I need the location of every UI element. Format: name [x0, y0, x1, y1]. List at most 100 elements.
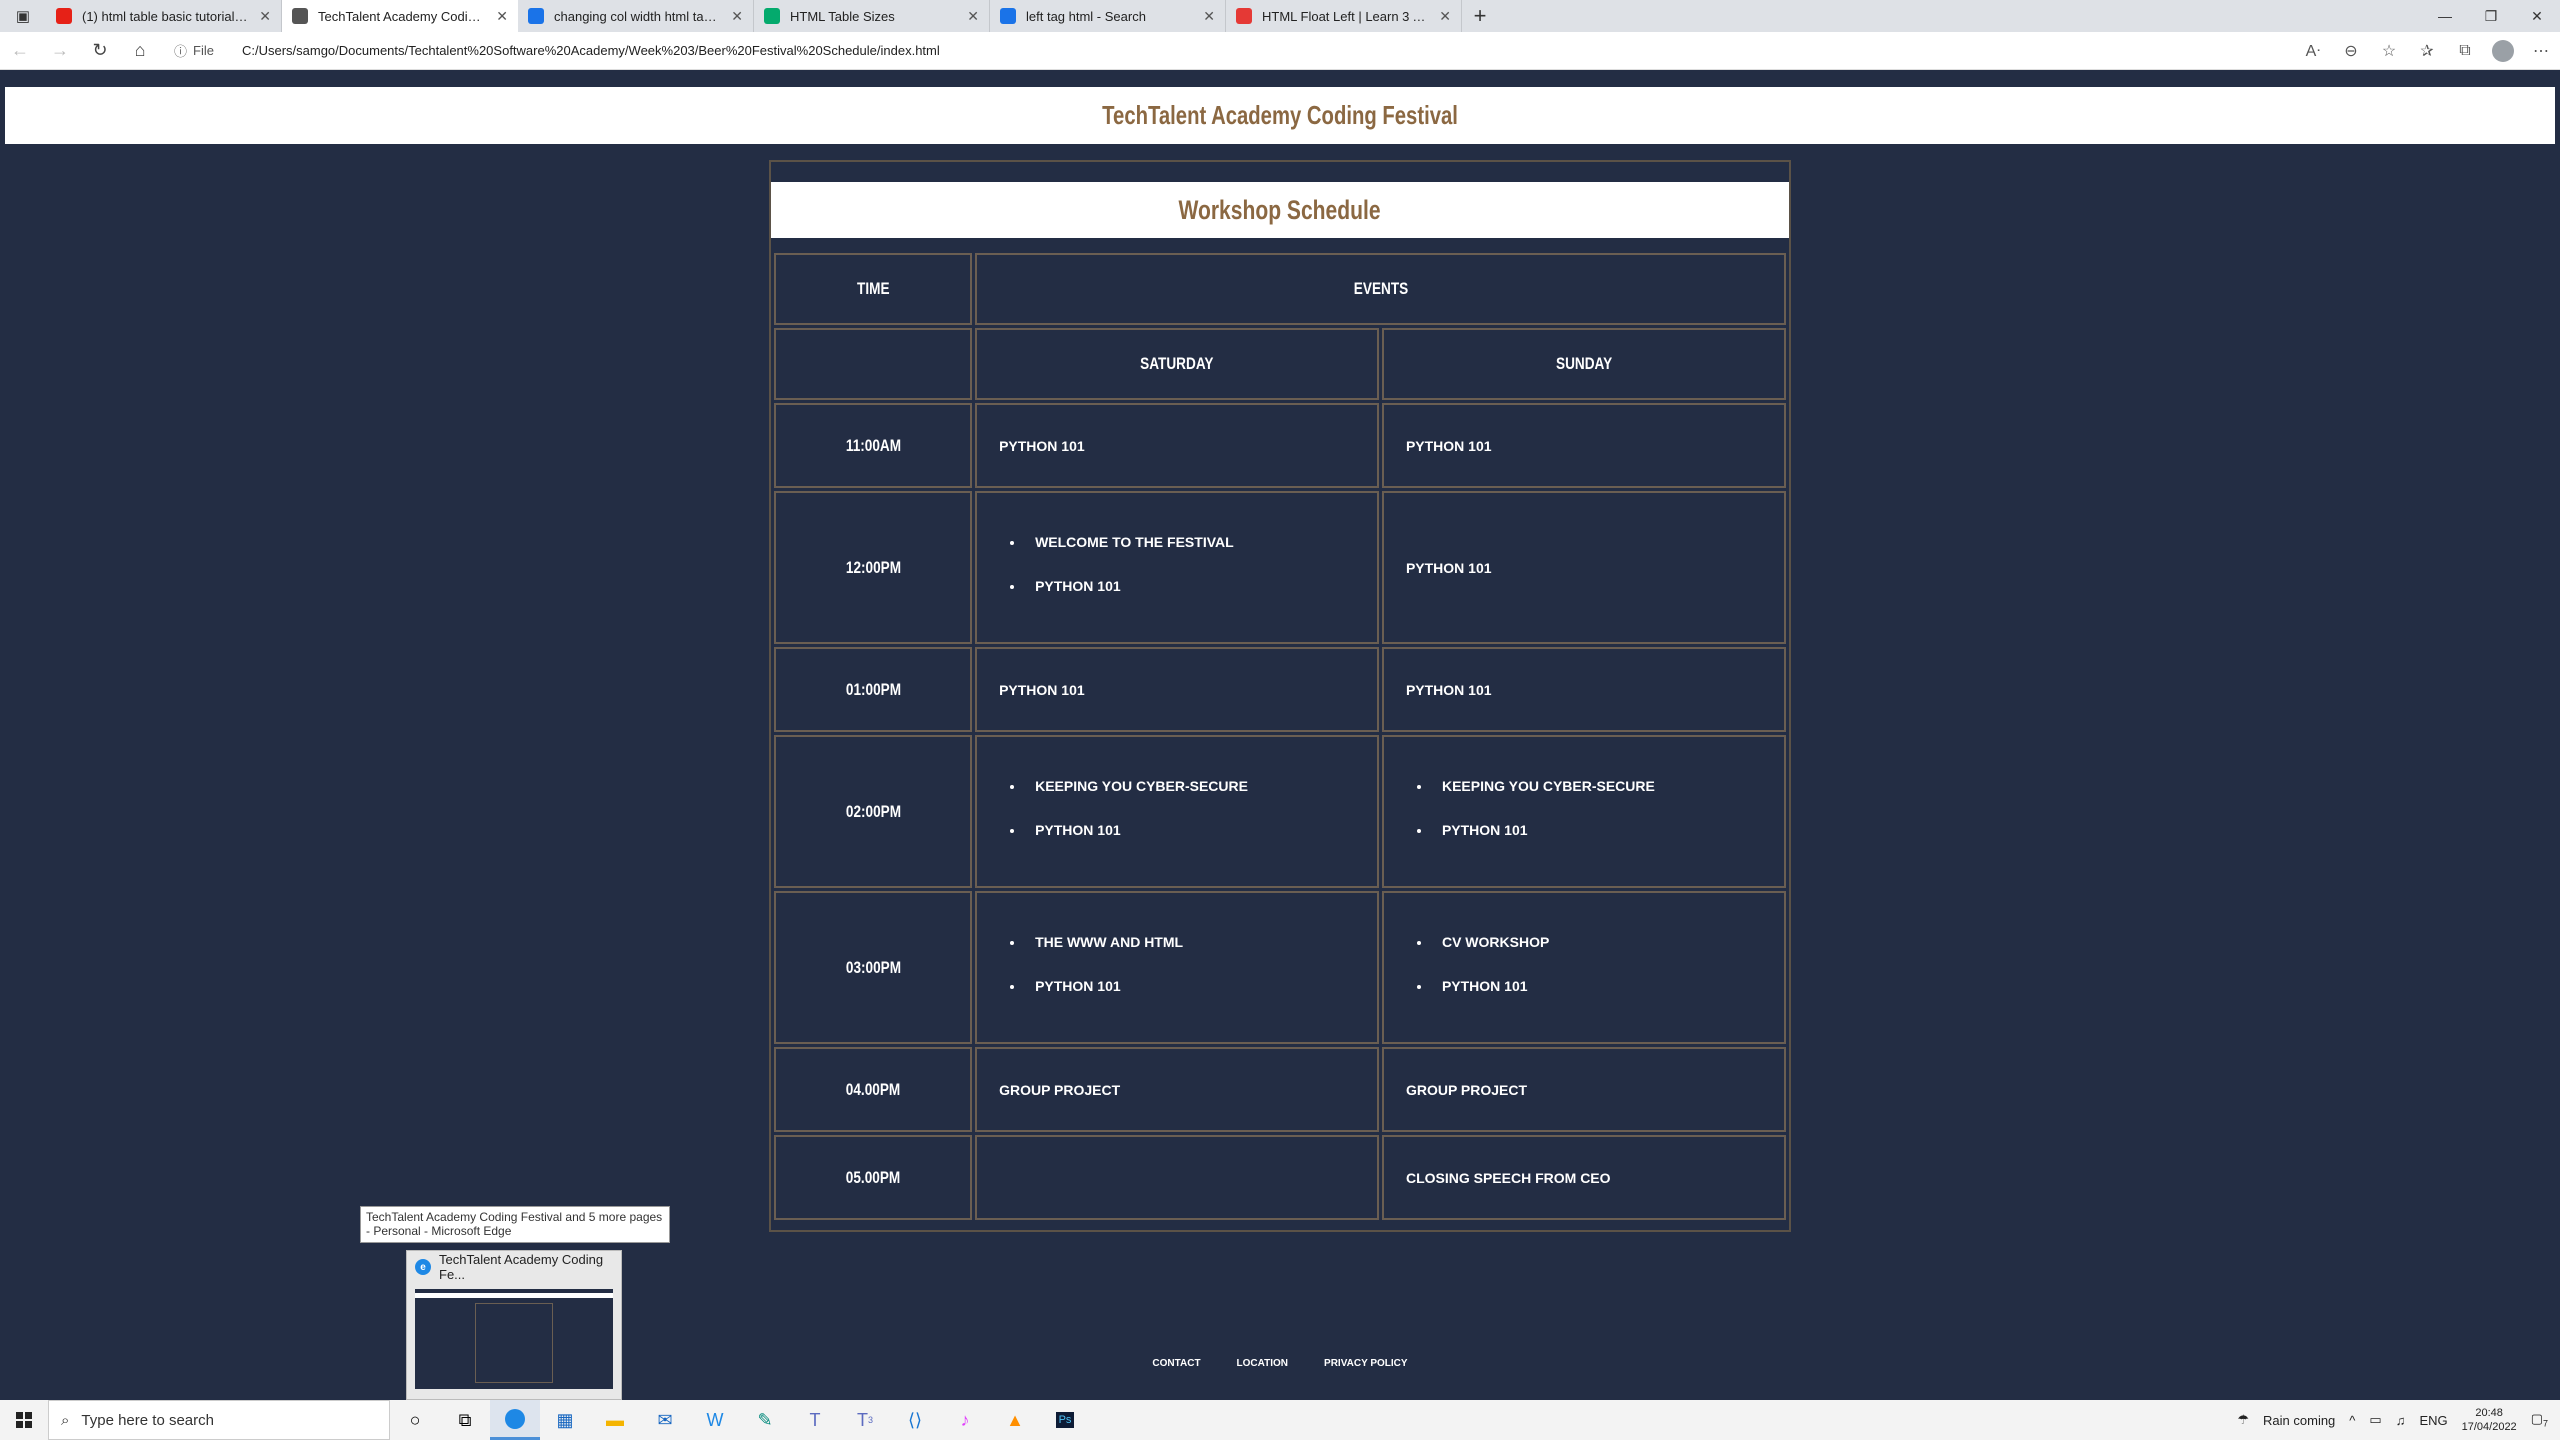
event-text: GROUP PROJECT	[999, 1081, 1121, 1098]
tab-strip: ▣ (1) html table basic tutorial | htm ✕ Te…	[0, 0, 2560, 32]
event-text: PYTHON 101	[1405, 681, 1492, 698]
file-explorer-icon[interactable]: ▬	[590, 1400, 640, 1440]
time-cell: 02:00PM	[774, 735, 973, 888]
favorites-icon[interactable]: ✰	[2408, 32, 2446, 70]
more-icon[interactable]: ⋯	[2522, 32, 2560, 70]
refresh-icon[interactable]: ↻	[80, 32, 120, 70]
footer-nav: CONTACT LOCATION PRIVACY POLICY	[0, 1358, 2560, 1369]
close-window-icon[interactable]: ✕	[2514, 0, 2560, 32]
tab-4[interactable]: left tag html - Search ✕	[990, 0, 1226, 32]
tab-title: HTML Float Left | Learn 3 Aweso	[1262, 8, 1430, 24]
search-placeholder: Type here to search	[81, 1411, 214, 1429]
time-cell: 05.00PM	[774, 1135, 973, 1220]
thumb-preview	[415, 1289, 613, 1389]
close-tab-icon[interactable]: ✕	[1203, 8, 1215, 25]
profile-avatar[interactable]	[2484, 32, 2522, 70]
notification-icon[interactable]: ▢7	[2531, 1411, 2548, 1429]
schedule-title: Workshop Schedule	[1178, 194, 1382, 225]
read-aloud-icon[interactable]: Aᐧ	[2294, 32, 2332, 70]
new-tab-button[interactable]: +	[1462, 0, 1498, 32]
sat-cell: WELCOME TO THE FESTIVAL PYTHON 101	[975, 491, 1379, 644]
forward-icon[interactable]: →	[40, 32, 80, 70]
edge-taskbar-icon[interactable]	[490, 1400, 540, 1440]
start-button[interactable]	[0, 1400, 48, 1440]
tab-title: (1) html table basic tutorial | htm	[82, 8, 250, 24]
footer-link[interactable]: CONTACT	[1152, 1358, 1200, 1369]
sun-cell: CLOSING SPEECH FROM CEO	[1381, 1135, 1786, 1220]
tab-5[interactable]: HTML Float Left | Learn 3 Aweso ✕	[1226, 0, 1462, 32]
itunes-icon[interactable]: ♪	[940, 1400, 990, 1440]
time-cell: 12:00PM	[774, 491, 973, 644]
event-text: CLOSING SPEECH FROM CEO	[1405, 1169, 1611, 1186]
event-item: PYTHON 101	[1432, 822, 1784, 838]
event-text: PYTHON 101	[1405, 437, 1492, 454]
page-icon	[292, 8, 308, 24]
schedule-title-bar: Workshop Schedule	[771, 182, 1789, 238]
table-row: 05.00PM CLOSING SPEECH FROM CEO	[774, 1135, 1786, 1220]
tab-actions-icon[interactable]: ▣	[0, 0, 46, 32]
weather-icon[interactable]: ☂	[2237, 1412, 2249, 1428]
teams-badge-icon[interactable]: T3	[840, 1400, 890, 1440]
thumb-title: TechTalent Academy Coding Fe...	[439, 1252, 604, 1282]
table-row: 12:00PM WELCOME TO THE FESTIVAL PYTHON 101…	[774, 491, 1786, 644]
sun-cell: GROUP PROJECT	[1381, 1047, 1786, 1132]
zoom-icon[interactable]: ⊖	[2332, 32, 2370, 70]
tab-title: TechTalent Academy Coding Festi	[318, 8, 486, 24]
taskbar-search[interactable]: ⌕ Type here to search	[48, 1400, 390, 1440]
back-icon[interactable]: ←	[0, 32, 40, 70]
store-icon[interactable]: ▦	[540, 1400, 590, 1440]
header-events: EVENTS	[975, 253, 1786, 325]
time-cell: 03:00PM	[774, 891, 973, 1044]
tab-0[interactable]: (1) html table basic tutorial | htm ✕	[46, 0, 282, 32]
sun-cell: KEEPING YOU CYBER-SECURE PYTHON 101	[1381, 735, 1786, 888]
site-title: TechTalent Academy Coding Festival	[1102, 100, 1458, 130]
url-text[interactable]: C:/Users/samgo/Documents/Techtalent%20So…	[242, 43, 940, 58]
sat-cell: THE WWW AND HTML PYTHON 101	[975, 891, 1379, 1044]
vscode-icon[interactable]: ⟨⟩	[890, 1400, 940, 1440]
tab-3[interactable]: HTML Table Sizes ✕	[754, 0, 990, 32]
event-text: PYTHON 101	[999, 437, 1085, 454]
youtube-icon	[56, 8, 72, 24]
event-item: PYTHON 101	[1025, 822, 1377, 838]
mail-icon[interactable]: ✉	[640, 1400, 690, 1440]
event-text: PYTHON 101	[1405, 559, 1492, 576]
close-tab-icon[interactable]: ✕	[1439, 8, 1451, 25]
home-icon[interactable]: ⌂	[120, 32, 160, 70]
event-text: GROUP PROJECT	[1405, 1081, 1528, 1098]
network-icon[interactable]: ▭	[2369, 1412, 2381, 1428]
sat-cell: GROUP PROJECT	[975, 1047, 1379, 1132]
minimize-icon[interactable]: —	[2422, 0, 2468, 32]
close-tab-icon[interactable]: ✕	[259, 8, 271, 25]
footer-link[interactable]: PRIVACY POLICY	[1324, 1358, 1408, 1369]
tab-2[interactable]: changing col width html table - ✕	[518, 0, 754, 32]
collections-icon[interactable]: ⧉	[2446, 32, 2484, 70]
weather-text[interactable]: Rain coming	[2263, 1413, 2335, 1428]
info-icon[interactable]: ⓘ	[174, 41, 187, 60]
add-favorite-icon[interactable]: ☆	[2370, 32, 2408, 70]
close-tab-icon[interactable]: ✕	[731, 8, 743, 25]
volume-icon[interactable]: ♫	[2396, 1413, 2406, 1428]
tab-1[interactable]: TechTalent Academy Coding Festi ✕	[282, 0, 518, 32]
cortana-icon[interactable]: ○	[390, 1400, 440, 1440]
table-row: 03:00PMTHE WWW AND HTMLPYTHON 101CV WORK…	[774, 891, 1786, 1044]
clock[interactable]: 20:48 17/04/2022	[2462, 1406, 2517, 1434]
taskbar-thumbnail[interactable]: e TechTalent Academy Coding Fe...	[406, 1250, 622, 1400]
close-tab-icon[interactable]: ✕	[967, 8, 979, 25]
task-view-icon[interactable]: ⧉	[440, 1400, 490, 1440]
word-icon[interactable]: W	[690, 1400, 740, 1440]
lang-label[interactable]: ENG	[2419, 1413, 2447, 1428]
photoshop-icon[interactable]: Ps	[1040, 1400, 1090, 1440]
event-text: PYTHON 101	[999, 681, 1085, 698]
pen-app-icon[interactable]: ✎	[740, 1400, 790, 1440]
restore-icon[interactable]: ❐	[2468, 0, 2514, 32]
footer-link[interactable]: LOCATION	[1237, 1358, 1288, 1369]
vlc-icon[interactable]: ▲	[990, 1400, 1040, 1440]
teams-icon[interactable]: T	[790, 1400, 840, 1440]
close-tab-icon[interactable]: ✕	[496, 8, 508, 25]
edge-icon: e	[415, 1259, 431, 1275]
event-item: THE WWW AND HTML	[1025, 934, 1377, 950]
address-field[interactable]: ⓘ File C:/Users/samgo/Documents/Techtale…	[160, 32, 2294, 70]
search-icon: ⌕	[61, 1411, 70, 1429]
header-empty	[774, 328, 973, 400]
show-hidden-icon[interactable]: ^	[2349, 1413, 2355, 1428]
